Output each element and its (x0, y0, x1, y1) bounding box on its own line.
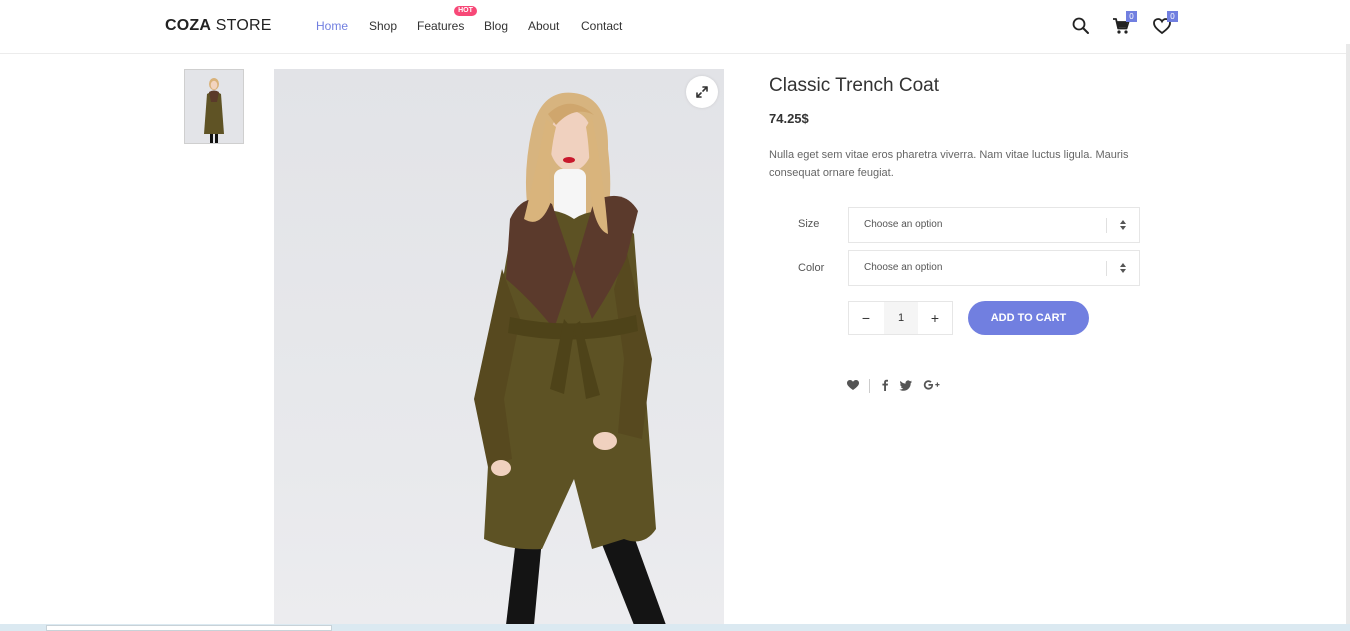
page-scrollbar[interactable] (1346, 44, 1350, 624)
wishlist-count-badge: 0 (1167, 11, 1178, 22)
quantity-decrease-button[interactable]: − (849, 302, 883, 334)
select-arrows-icon (1120, 263, 1126, 273)
bottom-search-field[interactable] (46, 625, 332, 631)
product-price: 74.25$ (769, 111, 809, 126)
nav-about[interactable]: About (528, 19, 559, 33)
hot-badge: HOT (454, 6, 477, 16)
cart-count-badge: 0 (1126, 11, 1137, 22)
expand-image-button[interactable] (686, 76, 718, 108)
heart-icon[interactable] (846, 378, 860, 392)
size-select-value: Choose an option (864, 219, 943, 230)
color-label: Color (798, 262, 825, 274)
wishlist-heart-icon[interactable]: 0 (1152, 11, 1178, 36)
google-plus-icon[interactable] (923, 378, 941, 392)
quantity-input[interactable] (884, 302, 918, 334)
select-arrows-icon (1120, 220, 1126, 230)
quantity-stepper: − + (848, 301, 953, 335)
product-title: Classic Trench Coat (769, 75, 940, 96)
size-select[interactable]: Choose an option (848, 207, 1140, 243)
nav-features[interactable]: Features (417, 19, 464, 33)
nav-shop[interactable]: Shop (369, 19, 397, 33)
search-icon[interactable] (1071, 16, 1091, 36)
product-main-image (274, 69, 724, 625)
logo[interactable]: COZA STORE (165, 17, 272, 35)
facebook-icon[interactable] (878, 378, 892, 392)
top-header: COZA STORE Home Shop Features Blog About… (0, 0, 1350, 54)
quantity-increase-button[interactable]: + (918, 302, 952, 334)
cart-icon[interactable]: 0 (1111, 11, 1137, 36)
nav-contact[interactable]: Contact (581, 19, 622, 33)
nav-blog[interactable]: Blog (484, 19, 508, 33)
product-description: Nulla eget sem vitae eros pharetra viver… (769, 149, 1129, 179)
color-select[interactable]: Choose an option (848, 250, 1140, 286)
twitter-icon[interactable] (899, 378, 913, 392)
nav-home[interactable]: Home (316, 19, 348, 33)
color-select-value: Choose an option (864, 262, 943, 273)
share-divider (869, 379, 870, 393)
select-divider (1106, 261, 1107, 276)
select-divider (1106, 218, 1107, 233)
product-thumbnail[interactable] (184, 69, 244, 144)
add-to-cart-button[interactable]: ADD TO CART (968, 301, 1089, 335)
size-label: Size (798, 218, 820, 230)
